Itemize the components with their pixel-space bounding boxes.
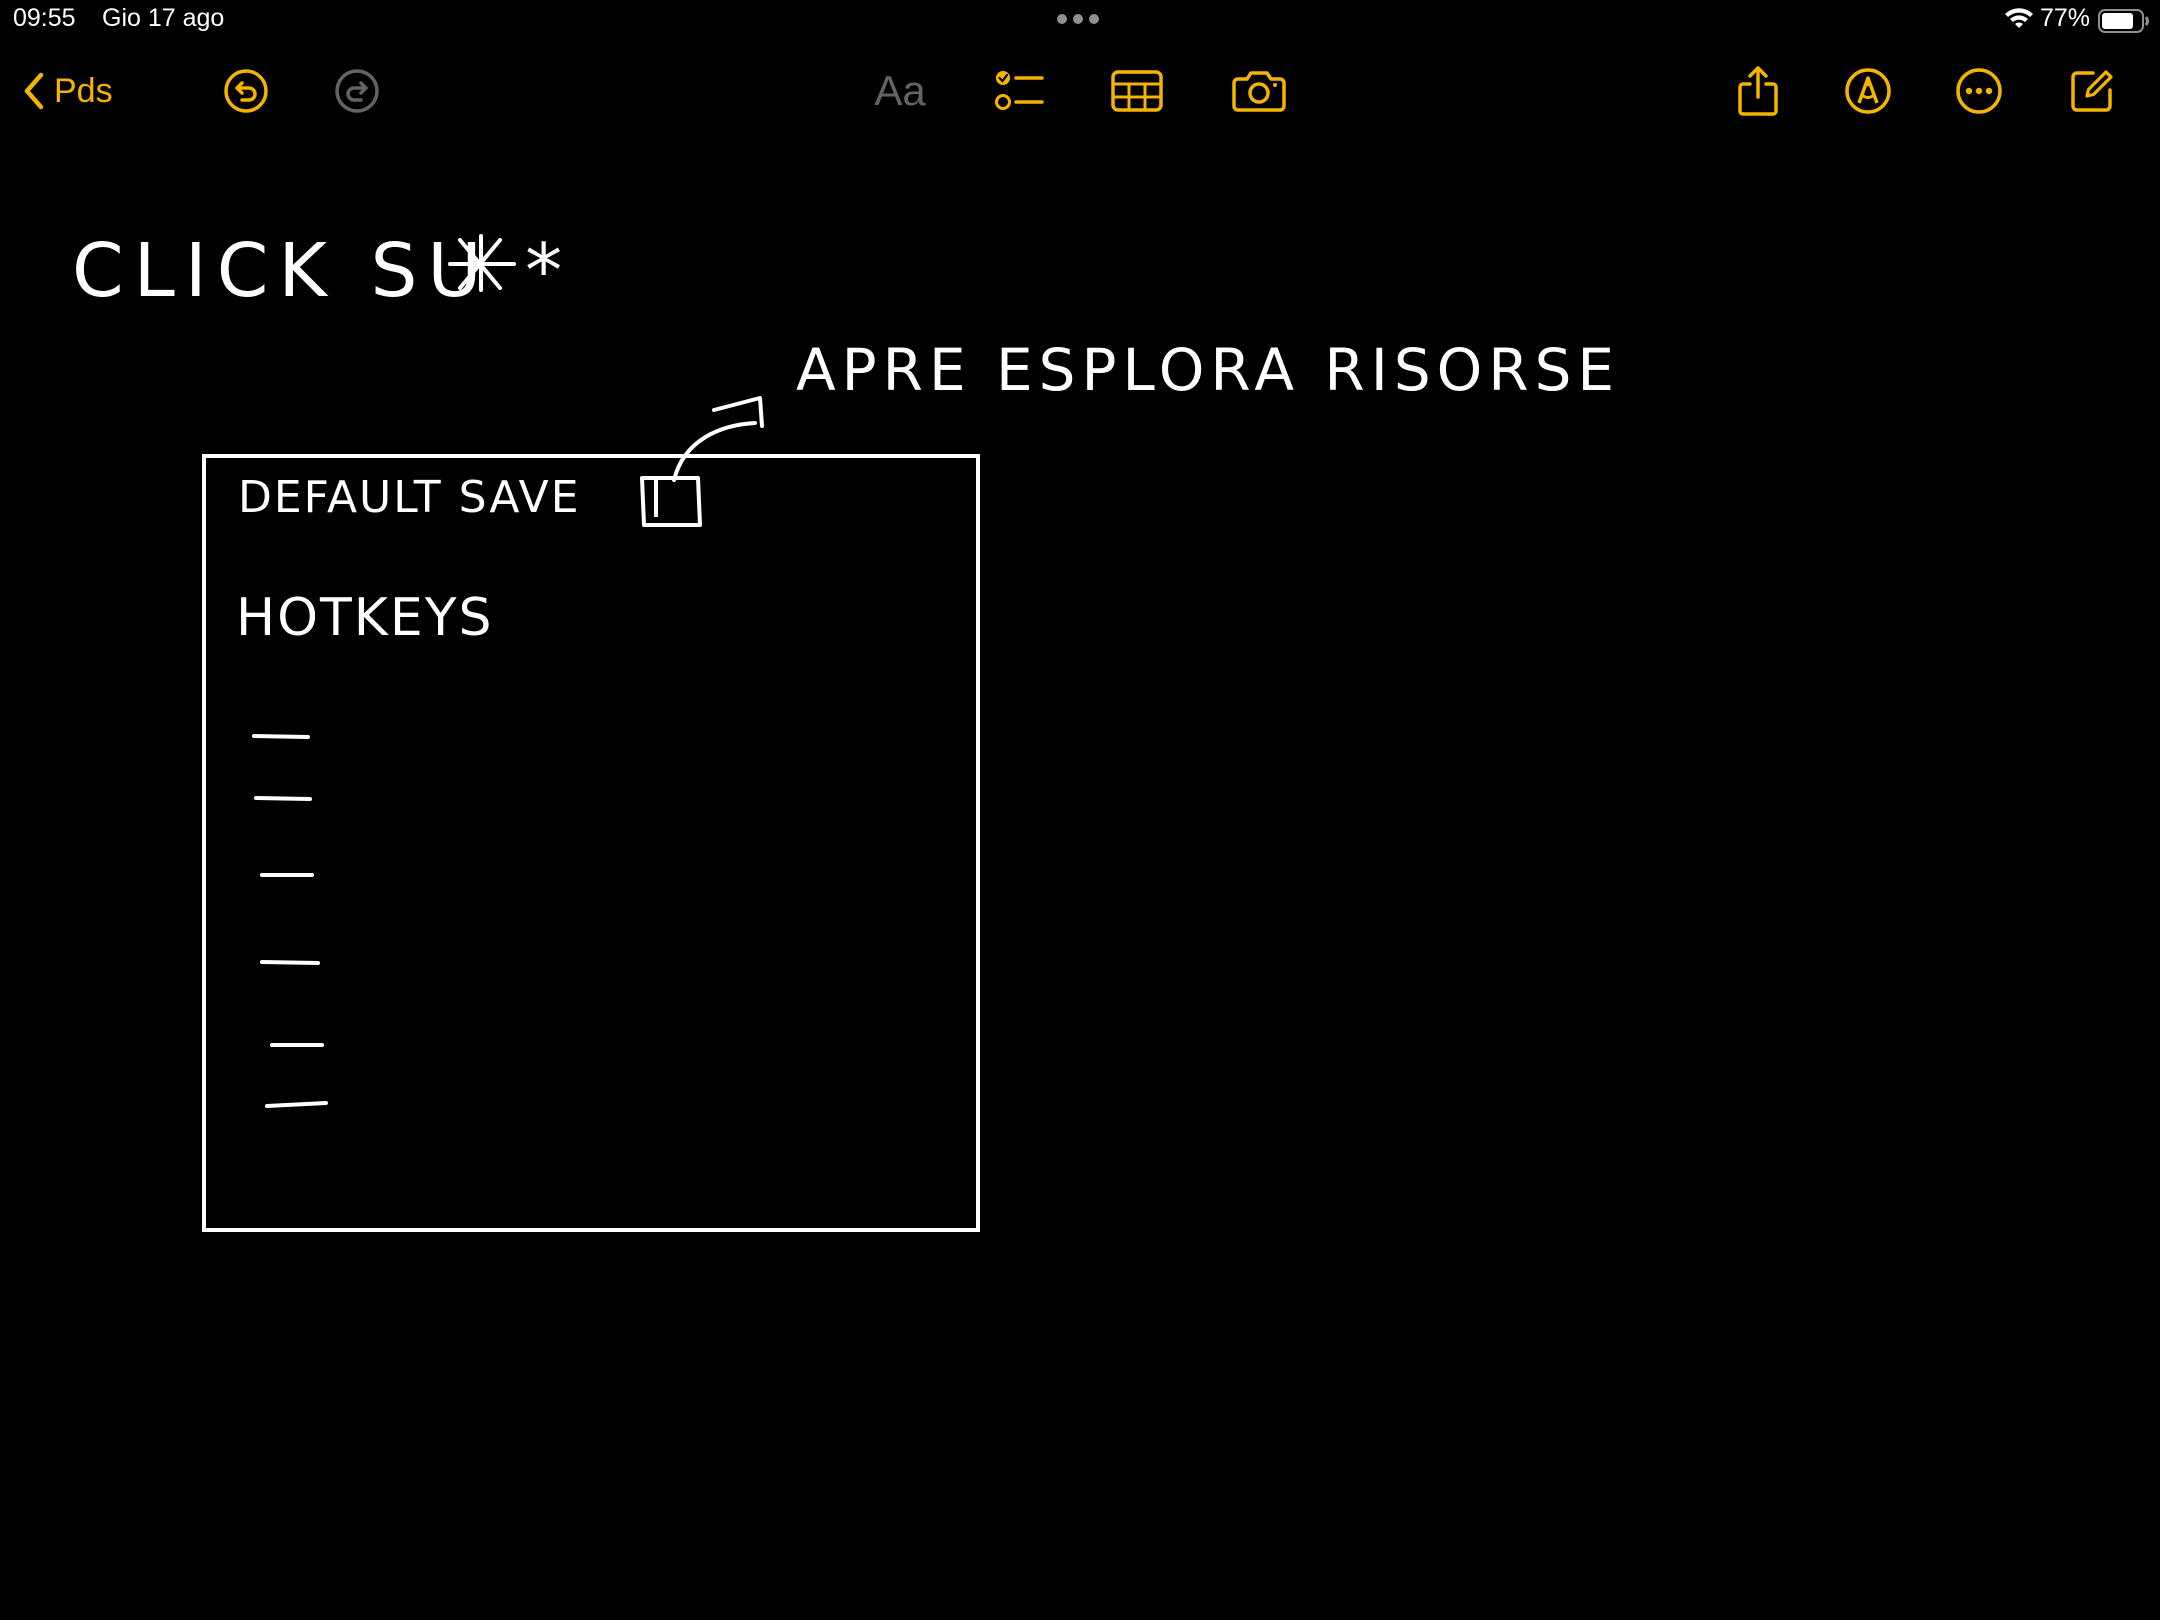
checklist-button[interactable] xyxy=(990,55,1050,127)
checklist-icon xyxy=(995,71,1044,110)
compose-button[interactable] xyxy=(2066,55,2118,127)
notes-toolbar: Pds Aa xyxy=(0,55,2160,127)
table-icon xyxy=(1111,70,1163,112)
more-button[interactable] xyxy=(1953,55,2005,127)
share-button[interactable] xyxy=(1732,55,1784,127)
drawn-arrow xyxy=(672,421,757,482)
redo-icon xyxy=(335,69,379,113)
camera-button[interactable] xyxy=(1229,55,1289,127)
battery-icon xyxy=(2098,9,2149,33)
markup-pen-icon xyxy=(1845,68,1891,114)
chevron-left-icon xyxy=(24,72,44,110)
drawn-checkbox xyxy=(640,476,702,527)
more-icon xyxy=(1956,68,2002,114)
wifi-icon xyxy=(2005,8,2033,28)
status-time: 09:55 xyxy=(13,4,76,32)
list-dashes xyxy=(252,734,328,1108)
undo-button[interactable] xyxy=(218,55,274,127)
table-button[interactable] xyxy=(1108,55,1166,127)
text-format-icon: Aa xyxy=(874,67,926,114)
status-bar: 09:55 Gio 17 ago 77% xyxy=(0,0,2160,40)
battery-percentage: 77% xyxy=(2040,4,2091,32)
back-label: Pds xyxy=(54,71,113,110)
status-date: Gio 17 ago xyxy=(102,4,225,32)
back-button[interactable]: Pds xyxy=(22,55,142,127)
camera-icon xyxy=(1232,71,1286,112)
handwritten-default-save: DEFAULT SAVE xyxy=(238,472,581,523)
format-button[interactable]: Aa xyxy=(868,55,932,127)
share-icon xyxy=(1738,66,1778,116)
markup-button[interactable] xyxy=(1842,55,1894,127)
multitasking-dots-icon[interactable] xyxy=(1057,14,1099,24)
notes-screen: 09:55 Gio 17 ago 77% Pds Aa CLICK SU * A… xyxy=(0,0,2160,1620)
undo-icon xyxy=(224,69,268,113)
drawn-box xyxy=(202,454,980,1232)
note-canvas[interactable]: CLICK SU * APRE ESPLORA RISORSE DEFAULT … xyxy=(0,140,2160,1620)
handwritten-hotkeys: HOTKEYS xyxy=(236,588,494,648)
handwritten-heading: CLICK SU * xyxy=(72,228,573,314)
compose-icon xyxy=(2071,70,2113,112)
handwritten-annotation: APRE ESPLORA RISORSE xyxy=(796,336,1621,404)
redo-button[interactable] xyxy=(329,55,385,127)
